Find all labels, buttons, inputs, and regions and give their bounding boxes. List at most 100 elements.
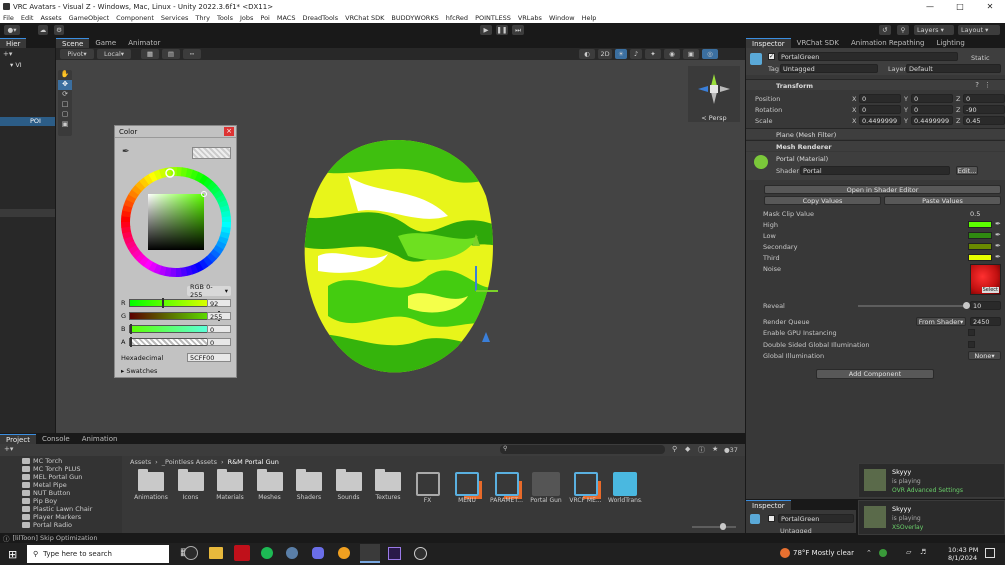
plane-mesh-filter-header[interactable]: Plane (Mesh Filter) [746, 128, 1005, 139]
render-queue-field[interactable]: 2450 [970, 317, 1001, 326]
menu-item[interactable]: Help [582, 14, 597, 22]
tab-animation[interactable]: Animation [76, 434, 124, 444]
hierarchy-root[interactable]: ▾ VI [10, 61, 22, 69]
menu-item[interactable]: POINTLESS [475, 14, 511, 22]
tab-game[interactable]: Game [89, 38, 122, 48]
eyedropper-icon[interactable]: ✒ [995, 253, 1001, 261]
eyedropper-icon[interactable]: ✒ [995, 220, 1001, 228]
menu-item[interactable]: BUDDYWORKS [391, 14, 438, 22]
reveal-slider[interactable] [858, 302, 970, 309]
portal-object[interactable] [298, 136, 498, 378]
folder-tree-item[interactable]: Pip Boy [22, 497, 57, 505]
menu-item[interactable]: Component [116, 14, 154, 22]
close-button[interactable]: × [224, 127, 234, 136]
weather-text[interactable]: 78°F Mostly clear [793, 549, 854, 557]
rotation-y-field[interactable]: 0 [911, 105, 953, 114]
active-checkbox[interactable] [768, 515, 775, 522]
position-x-field[interactable]: 0 [859, 94, 901, 103]
weather-icon[interactable] [780, 548, 790, 558]
asset-item[interactable]: Portal Gun [529, 472, 563, 504]
project-search-input[interactable]: ⚲ [500, 445, 665, 454]
hex-input[interactable]: 5CFF00 [187, 353, 231, 362]
tab-console[interactable]: Console [36, 434, 76, 444]
asset-item[interactable]: PARAMET... [490, 472, 524, 504]
hierarchy-row-highlight[interactable] [0, 209, 55, 217]
select-texture-button[interactable]: Select [981, 287, 999, 293]
asset-item[interactable]: Shaders [292, 469, 326, 501]
folder-tree-item[interactable]: MC Torch [22, 457, 62, 465]
pause-button[interactable]: ❚❚ [496, 25, 508, 35]
close-icon[interactable]: ✕ [975, 0, 1005, 13]
tag-dropdown[interactable]: Untagged [780, 64, 878, 73]
label-icon[interactable]: ◆ [685, 445, 690, 453]
menu-item[interactable]: VRChat SDK [345, 14, 384, 22]
scale-tool-icon[interactable]: □ [58, 100, 72, 110]
gizmos-icon[interactable]: ◎ [702, 49, 718, 59]
play-button[interactable]: ▶ [480, 25, 492, 35]
secondary-color-swatch[interactable] [968, 243, 992, 250]
star-icon[interactable]: ★ [712, 445, 718, 453]
asset-item[interactable]: Sounds [332, 469, 366, 501]
menu-item[interactable]: File [3, 14, 14, 22]
lighting-icon[interactable]: ☀ [615, 49, 627, 59]
tray-chevron-icon[interactable]: ⌃ [866, 549, 872, 557]
rotate-tool-icon[interactable]: ⟳ [58, 90, 72, 100]
channel-b-field[interactable]: 0 [207, 325, 231, 334]
xbox-icon[interactable] [184, 546, 198, 560]
network-icon[interactable]: ▱ [906, 548, 911, 556]
discord-notification[interactable]: Skyyy is playing OVR Advanced Settings [858, 463, 1005, 498]
position-y-field[interactable]: 0 [911, 94, 953, 103]
info-icon[interactable]: ⓘ [698, 445, 705, 455]
opera-icon[interactable] [234, 545, 250, 561]
rotation-z-field[interactable]: -90 [963, 105, 1005, 114]
asset-item[interactable]: Animations [134, 469, 168, 501]
minimize-icon[interactable]: — [915, 0, 945, 13]
layout-dropdown[interactable]: Layout ▾ [958, 25, 1000, 35]
asset-item[interactable]: Textures [371, 469, 405, 501]
color-mode-dropdown[interactable]: RGB 0-255 ▾ [187, 283, 231, 299]
discord-icon[interactable] [312, 547, 324, 559]
camera-icon[interactable]: ▣ [683, 49, 699, 59]
high-color-swatch[interactable] [968, 221, 992, 228]
menu-item[interactable]: Edit [21, 14, 34, 22]
shader-dropdown[interactable]: Portal [800, 166, 950, 175]
asset-item[interactable]: VRCF ME... [569, 472, 603, 504]
noise-texture-slot[interactable]: Select [970, 264, 1001, 295]
grid-snap-icon[interactable]: ▦ [141, 49, 159, 59]
status-message[interactable]: [lilToon] Skip Optimization [13, 534, 98, 542]
move-tool-icon[interactable]: ✥ [58, 80, 72, 90]
edit-shader-button[interactable]: Edit... [956, 166, 978, 175]
spotify-icon[interactable] [261, 547, 273, 559]
menu-item[interactable]: DreadTools [302, 14, 338, 22]
mask-clip-field[interactable]: 0.5 [968, 209, 1001, 218]
folder-tree-item[interactable]: Player Markers [22, 513, 81, 521]
discord-notification[interactable]: Skyyy is playing XSOverlay [858, 500, 1005, 535]
active-checkbox[interactable]: ✓ [768, 53, 775, 60]
search-icon[interactable]: ⚲ [897, 25, 909, 35]
asset-item[interactable]: WorldTrans... [608, 472, 642, 504]
swatches-foldout[interactable]: ▸ Swatches [121, 367, 157, 375]
channel-a-field[interactable]: 0 [207, 338, 231, 347]
increment-snap-icon[interactable]: ▤ [162, 49, 180, 59]
settings-icon[interactable]: ⋮ [984, 81, 991, 89]
color-wheel[interactable] [120, 166, 232, 278]
folder-tree-item[interactable]: MC Torch PLUS [22, 465, 80, 473]
tab-animation-repathing[interactable]: Animation Repathing [845, 38, 931, 48]
color-picker-window[interactable]: Color × ✒ RGB 0-255 ▾ R 92 G 255 B 0 A 0 Hexadec… [114, 125, 237, 378]
add-component-button[interactable]: Add Component [816, 369, 934, 379]
open-shader-editor-button[interactable]: Open in Shader Editor [764, 185, 1001, 194]
notification-center-icon[interactable] [985, 548, 995, 558]
third-color-swatch[interactable] [968, 254, 992, 261]
low-color-swatch[interactable] [968, 232, 992, 239]
unity-taskbar-icon[interactable] [360, 544, 380, 563]
slider-thumb[interactable] [130, 337, 132, 347]
zoom-slider-thumb[interactable] [720, 523, 726, 530]
zoom-slider[interactable] [692, 523, 736, 530]
breadcrumb-item[interactable]: Assets [130, 458, 151, 466]
audio-icon[interactable]: ♪ [630, 49, 642, 59]
tab-project[interactable]: Project [0, 434, 36, 444]
obs-icon[interactable] [414, 547, 427, 560]
cloud-icon[interactable]: ☁ [38, 25, 48, 35]
copy-values-button[interactable]: Copy Values [764, 196, 881, 205]
sticky-icon[interactable] [338, 547, 350, 559]
